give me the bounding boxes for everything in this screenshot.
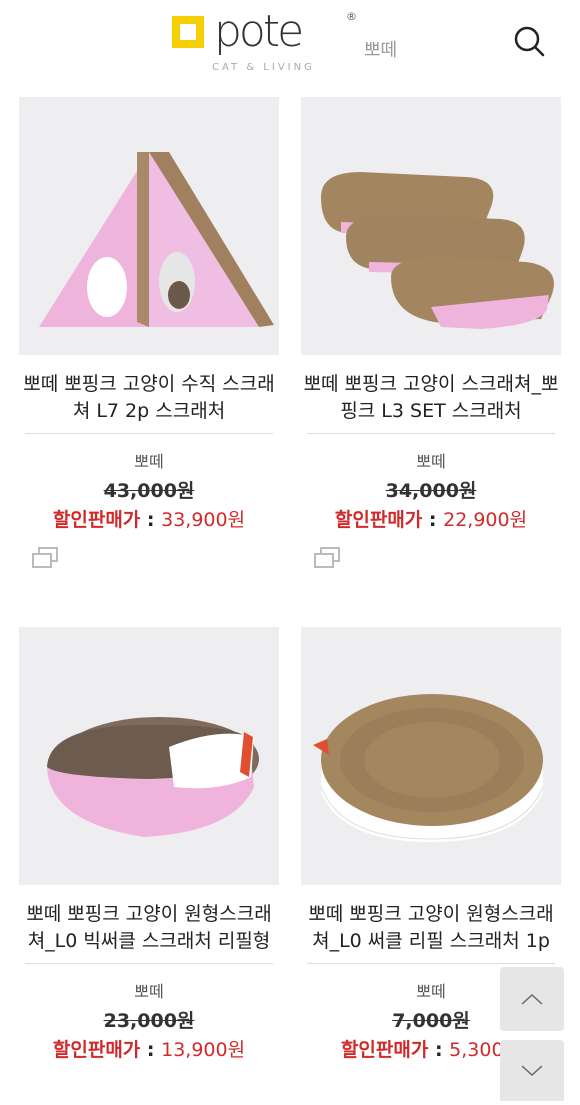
- sale-label: 할인판매가: [340, 1039, 429, 1061]
- compare-icon[interactable]: [313, 547, 341, 569]
- chevron-up-icon: [521, 993, 543, 1005]
- product-card[interactable]: 뽀떼 뽀핑크 고양이 수직 스크래쳐 L7 2p 스크래처 뽀떼 43,000원…: [19, 97, 279, 568]
- product-image[interactable]: [301, 97, 561, 355]
- divider: [25, 963, 273, 964]
- sale-price-row: 할인판매가 : 13,900원: [52, 1039, 246, 1061]
- divider: [307, 963, 555, 964]
- product-card[interactable]: 뽀떼 뽀핑크 고양이 스크래쳐_뽀핑크 L3 SET 스크래처 뽀떼 34,00…: [301, 97, 561, 568]
- product-brand: 뽀떼: [416, 452, 446, 471]
- original-price: 23,000원: [103, 1010, 195, 1032]
- compare-icon[interactable]: [31, 547, 59, 569]
- sale-label: 할인판매가: [52, 509, 141, 531]
- sale-label: 할인판매가: [52, 1039, 141, 1061]
- product-brand: 뽀떼: [134, 982, 164, 1001]
- sale-price: 33,900원: [161, 509, 246, 531]
- product-title[interactable]: 뽀떼 뽀핑크 고양이 수직 스크래쳐 L7 2p 스크래처: [19, 371, 279, 425]
- search-icon[interactable]: [512, 24, 546, 58]
- divider: [25, 433, 273, 434]
- logo-registered-mark: ®: [346, 10, 357, 23]
- sale-price-row: 할인판매가 : 33,900원: [52, 509, 246, 531]
- logo-tagline: CAT & LIVING: [212, 62, 315, 73]
- sale-label: 할인판매가: [334, 509, 423, 531]
- product-brand: 뽀떼: [134, 452, 164, 471]
- product-title[interactable]: 뽀떼 뽀핑크 고양이 스크래쳐_뽀핑크 L3 SET 스크래처: [301, 371, 561, 425]
- scroll-bottom-button[interactable]: [500, 1040, 564, 1101]
- original-price: 34,000원: [385, 480, 477, 502]
- chevron-down-icon: [521, 1065, 543, 1077]
- logo-korean-name: 뽀떼: [364, 40, 398, 61]
- header: pote ® CAT & LIVING 뽀떼: [0, 0, 580, 80]
- product-card[interactable]: 뽀떼 뽀핑크 고양이 원형스크래쳐_L0 빅써클 스크래처 리필형 뽀떼 23,…: [19, 627, 279, 1062]
- original-price: 43,000원: [103, 480, 195, 502]
- product-image[interactable]: [19, 627, 279, 885]
- product-image[interactable]: [301, 627, 561, 885]
- sale-price: 22,900원: [443, 509, 528, 531]
- brand-logo[interactable]: pote ® CAT & LIVING 뽀떼: [172, 6, 412, 76]
- divider: [307, 433, 555, 434]
- logo-square-icon: [172, 16, 204, 48]
- sale-price: 13,900원: [161, 1039, 246, 1061]
- scroll-top-button[interactable]: [500, 967, 564, 1031]
- product-title[interactable]: 뽀떼 뽀핑크 고양이 원형스크래쳐_L0 빅써클 스크래처 리필형: [19, 901, 279, 955]
- sale-price-row: 할인판매가 : 22,900원: [334, 509, 528, 531]
- product-title[interactable]: 뽀떼 뽀핑크 고양이 원형스크래쳐_L0 써클 리필 스크래처 1p: [301, 901, 561, 955]
- logo-wordmark: pote: [214, 6, 304, 57]
- product-image[interactable]: [19, 97, 279, 355]
